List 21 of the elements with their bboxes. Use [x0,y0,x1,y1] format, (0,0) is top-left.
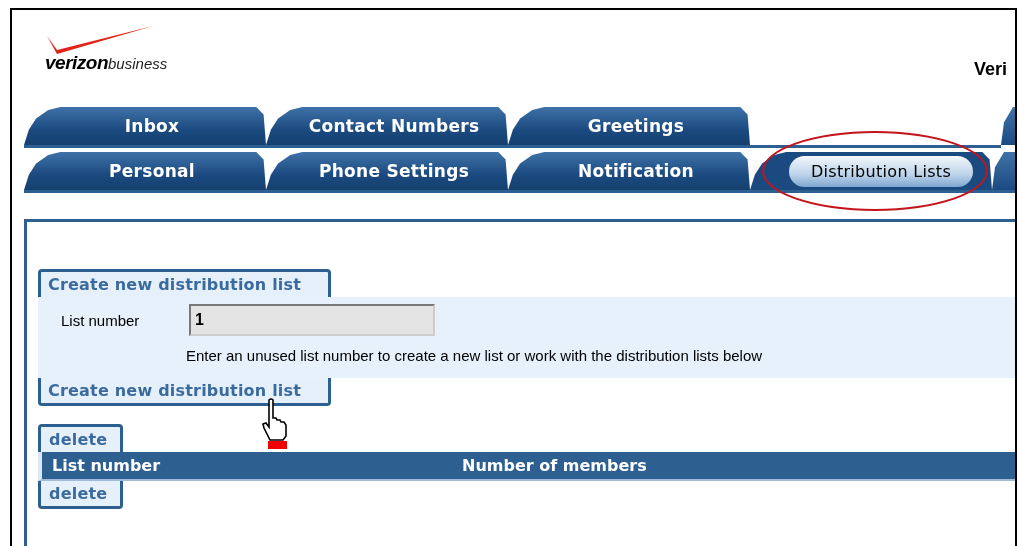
tab[interactable]: Contact Numbers [266,107,508,145]
list-number-field[interactable]: 1 [189,304,435,336]
delete-button[interactable]: delete [38,481,123,509]
tab[interactable] [992,152,1015,190]
tab[interactable]: Personal [24,152,266,190]
create-list-button[interactable]: Create new distribution list [38,378,331,406]
page-title: Veri [973,59,1007,80]
tab[interactable]: Notification [508,152,750,190]
create-list-button[interactable]: Create new distribution list [38,269,331,297]
brand-suffix: business [108,55,168,72]
hand-cursor-icon [260,398,290,450]
tab[interactable]: Inbox [24,107,266,145]
tab[interactable]: Distribution Lists [750,152,992,190]
column-header: Number of members [462,456,647,475]
tab[interactable]: Greetings [508,107,750,145]
delete-button[interactable]: delete [38,424,123,452]
hint-text: Enter an unused list number to create a new list or work with the distribution lists below [186,347,764,364]
brand-name: verizon [45,52,109,73]
field-label: List number [61,311,141,329]
column-header: List number [51,456,162,475]
tab[interactable]: Phone Settings [266,152,508,190]
